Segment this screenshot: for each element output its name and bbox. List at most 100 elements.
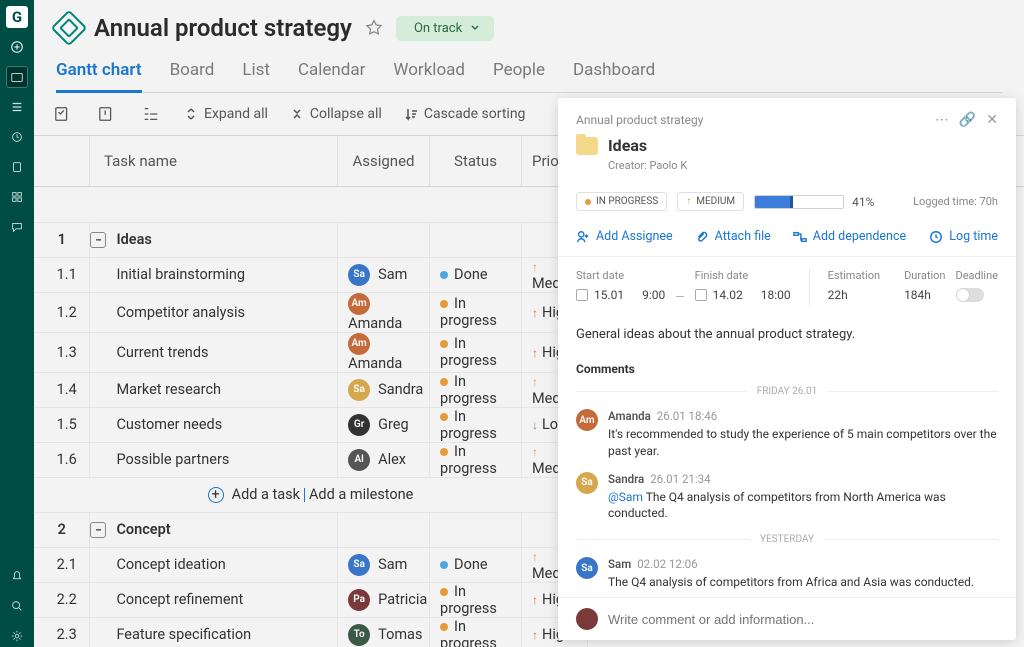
start-date-value[interactable]: 15.01 9:00 (576, 288, 665, 302)
grid-icon[interactable] (6, 186, 28, 208)
view-tabs: Gantt chart Board List Calendar Workload… (56, 60, 1002, 93)
avatar: Sa (576, 472, 598, 494)
status-badge[interactable]: IN PROGRESS (576, 192, 667, 211)
comment-author[interactable]: Sandra (608, 472, 644, 486)
gear-icon[interactable] (6, 625, 28, 647)
log-time-button[interactable]: Log time (929, 229, 998, 244)
task-row[interactable]: 1.6 Possible partners AlAlex In progress… (34, 442, 588, 477)
assignee-cell[interactable]: AlAlex (338, 442, 430, 477)
expand-all-label: Expand all (204, 106, 268, 122)
task-name-cell[interactable]: Feature specification (90, 617, 338, 647)
task-name-cell[interactable]: Current trends (90, 332, 338, 372)
task-group-row[interactable]: 1 −Ideas (34, 222, 588, 257)
task-row[interactable]: 2.2 Concept refinement PaPatricia In pro… (34, 582, 588, 617)
add-milestone-button[interactable]: Add a milestone (309, 486, 413, 503)
priority-badge[interactable]: ↑MEDIUM (677, 192, 744, 211)
more-icon[interactable]: ⋯ (935, 112, 949, 128)
task-name-cell[interactable]: Concept refinement (90, 582, 338, 617)
bell-icon[interactable] (6, 565, 28, 587)
assignee-cell[interactable]: SaSandra (338, 372, 430, 407)
task-row[interactable]: 1.4 Market research SaSandra In progress… (34, 372, 588, 407)
task-description[interactable]: General ideas about the annual product s… (558, 317, 1016, 352)
collapse-icon[interactable]: − (90, 522, 106, 538)
task-name-cell[interactable]: Initial brainstorming (90, 257, 338, 292)
assignee-cell[interactable]: GrGreg (338, 407, 430, 442)
status-cell[interactable]: In progress (430, 332, 522, 372)
panel-breadcrumb[interactable]: Annual product strategy (576, 113, 703, 127)
list-icon[interactable] (6, 96, 28, 118)
assignee-cell[interactable]: AmAmanda (338, 332, 430, 372)
mention[interactable]: @Sam (608, 490, 643, 504)
tab-board[interactable]: Board (170, 60, 215, 92)
clock-icon[interactable] (6, 126, 28, 148)
duration-value[interactable]: 184h (904, 288, 945, 302)
attach-file-button[interactable]: Attach file (695, 229, 771, 244)
status-cell[interactable]: In progress (430, 582, 522, 617)
search-icon[interactable] (6, 595, 28, 617)
add-assignee-button[interactable]: Add Assignee (576, 229, 673, 244)
estimation-value[interactable]: 22h (828, 288, 880, 302)
toolbar-hierarchy-icon[interactable] (140, 103, 162, 125)
finish-date-value[interactable]: 14.02 18:00 (695, 288, 791, 302)
assignee-cell[interactable]: SaSam (338, 257, 430, 292)
task-row[interactable]: 1.2 Competitor analysis AmAmanda In prog… (34, 292, 588, 332)
task-name-cell[interactable]: Competitor analysis (90, 292, 338, 332)
tab-dashboard[interactable]: Dashboard (573, 60, 655, 92)
collapse-icon[interactable]: − (90, 232, 106, 248)
close-icon[interactable]: ✕ (986, 112, 998, 128)
tab-list[interactable]: List (242, 60, 270, 92)
favorite-star-icon[interactable] (364, 18, 384, 38)
comment-input[interactable] (608, 612, 998, 627)
task-row[interactable]: 2.3 Feature specification ToTomas In pro… (34, 617, 588, 647)
tab-people[interactable]: People (493, 60, 545, 92)
file-icon[interactable] (6, 156, 28, 178)
cascade-sorting-button[interactable]: Cascade sorting (404, 106, 526, 122)
comment-time: 02.02 12:06 (637, 557, 697, 571)
col-status[interactable]: Status (430, 136, 522, 186)
task-name-cell[interactable]: Concept ideation (90, 547, 338, 582)
add-task-button[interactable]: +Add a task (208, 486, 300, 503)
toolbar-alert-icon[interactable] (96, 103, 118, 125)
comment-author[interactable]: Sam (608, 557, 631, 571)
task-name-cell[interactable]: Market research (90, 372, 338, 407)
task-row[interactable]: 1.5 Customer needs GrGreg In progress ↓L… (34, 407, 588, 442)
tab-calendar[interactable]: Calendar (298, 60, 365, 92)
deadline-toggle[interactable] (956, 288, 984, 302)
task-row[interactable]: 1.3 Current trends AmAmanda In progress … (34, 332, 588, 372)
task-name-cell[interactable]: Customer needs (90, 407, 338, 442)
collapse-all-button[interactable]: Collapse all (290, 106, 382, 122)
calendar-icon (695, 289, 707, 301)
status-cell[interactable]: Done (430, 257, 522, 292)
assignee-cell[interactable]: PaPatricia (338, 582, 430, 617)
status-cell[interactable]: In progress (430, 617, 522, 647)
status-cell[interactable]: In progress (430, 292, 522, 332)
comment-author[interactable]: Amanda (608, 409, 651, 423)
status-cell[interactable]: In progress (430, 407, 522, 442)
col-assigned[interactable]: Assigned (338, 136, 430, 186)
assignee-cell[interactable]: ToTomas (338, 617, 430, 647)
app-logo[interactable]: G (6, 6, 28, 28)
progress-indicator[interactable]: 41% (754, 195, 874, 209)
chat-icon[interactable] (6, 216, 28, 238)
task-row[interactable]: 2.1 Concept ideation SaSam Done ↑Medium (34, 547, 588, 582)
status-cell[interactable]: Done (430, 547, 522, 582)
task-group-row[interactable]: 2 −Concept (34, 512, 588, 547)
add-dependence-button[interactable]: Add dependence (793, 229, 906, 244)
status-cell[interactable]: In progress (430, 372, 522, 407)
comment-text: The Q4 analysis of competitors from Afri… (608, 574, 974, 591)
projects-icon[interactable] (6, 66, 28, 88)
assignee-cell[interactable]: SaSam (338, 547, 430, 582)
task-name-cell[interactable]: Possible partners (90, 442, 338, 477)
project-status-pill[interactable]: On track (396, 16, 494, 41)
col-task-name[interactable]: Task name (90, 136, 338, 186)
task-row[interactable]: 1.1 Initial brainstorming SaSam Done ↑Me… (34, 257, 588, 292)
add-icon[interactable] (6, 36, 28, 58)
expand-all-button[interactable]: Expand all (184, 106, 268, 122)
assignee-cell[interactable]: AmAmanda (338, 292, 430, 332)
project-icon (51, 10, 88, 47)
tab-workload[interactable]: Workload (393, 60, 465, 92)
link-icon[interactable]: 🔗 (959, 112, 976, 128)
status-cell[interactable]: In progress (430, 442, 522, 477)
tab-gantt[interactable]: Gantt chart (56, 60, 142, 93)
toolbar-check-icon[interactable] (52, 103, 74, 125)
